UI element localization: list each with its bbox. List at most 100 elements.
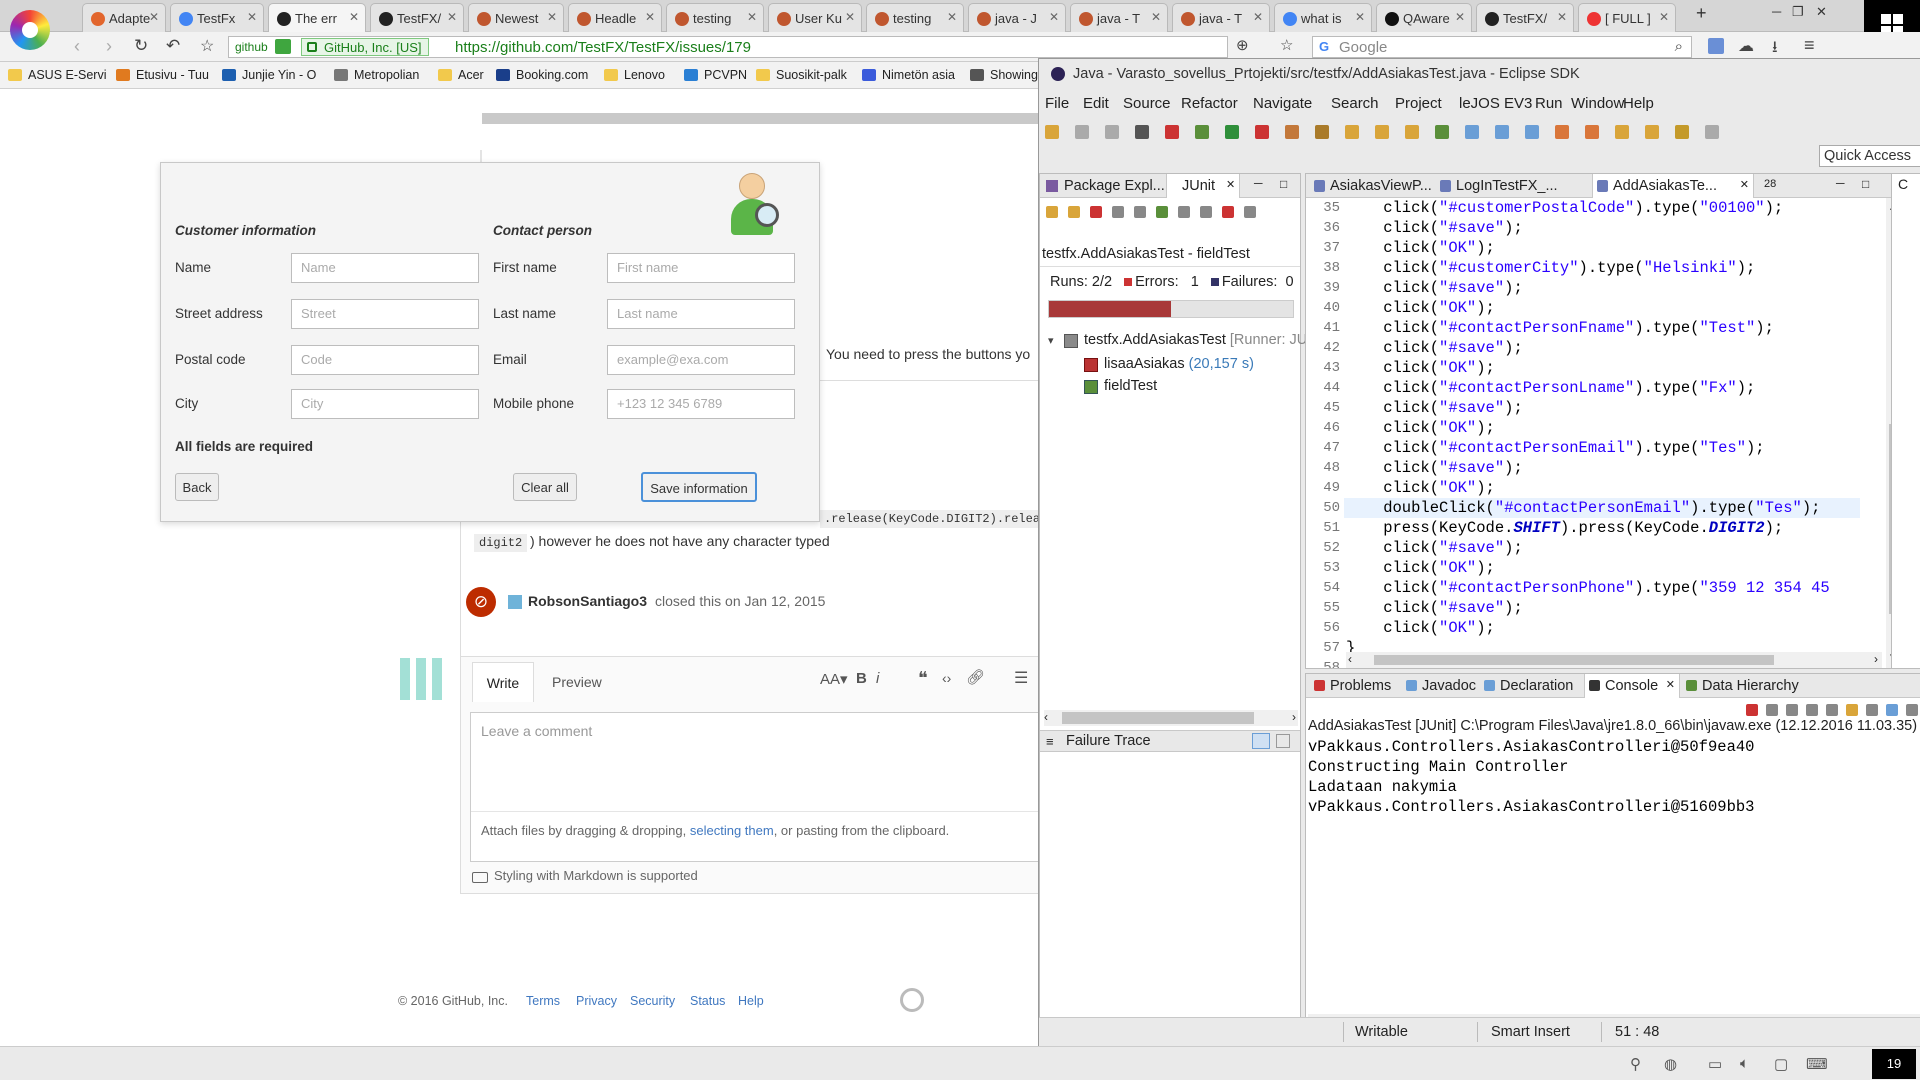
bottom-tab[interactable]: Data Hierarchy [1682, 674, 1799, 698]
eclipse-menu-item[interactable]: Navigate [1253, 95, 1312, 112]
clear-all-button[interactable]: Clear all [513, 473, 577, 501]
console-tool-icon[interactable] [1826, 704, 1838, 716]
browser-tab[interactable]: TestFX/ ✕ [1476, 3, 1574, 32]
toolbar-tool-icon[interactable] [1315, 125, 1329, 139]
bookmark-item[interactable]: Acer [438, 68, 484, 82]
bookmark-item[interactable]: Suosikit-palk [756, 68, 847, 82]
bold-icon[interactable]: B [856, 670, 867, 687]
code-line[interactable]: click("OK"); [1346, 478, 1495, 498]
code-line[interactable]: click("#save"); [1346, 338, 1523, 358]
browser-tab[interactable]: User Ku ✕ [768, 3, 862, 32]
console-tool-icon[interactable] [1906, 704, 1918, 716]
tab-close-icon[interactable]: ✕ [1355, 10, 1365, 24]
tab-close-icon[interactable]: ✕ [349, 10, 359, 24]
tab-close-icon[interactable]: ✕ [845, 10, 855, 24]
form-input[interactable]: First name [607, 253, 795, 283]
footer-link[interactable]: Terms [526, 994, 560, 1008]
keyboard-icon[interactable]: ⌨ [1806, 1055, 1828, 1073]
toolbar-tool-icon[interactable] [1675, 125, 1689, 139]
code-line[interactable]: click("#customerCity").type("Helsinki"); [1346, 258, 1755, 278]
tab-close-icon[interactable]: ✕ [1666, 678, 1675, 691]
code-icon[interactable]: ‹› [942, 670, 951, 686]
markdown-note[interactable]: Styling with Markdown is supported [494, 868, 698, 883]
console-tool-icon[interactable] [1766, 704, 1778, 716]
tab-close-icon[interactable]: ✕ [1253, 10, 1263, 24]
people-icon[interactable]: ⚲ [1630, 1055, 1641, 1073]
toolbar-tool-icon[interactable] [1525, 125, 1539, 139]
junit-tool-icon[interactable] [1046, 206, 1058, 218]
browser-tab[interactable]: [ FULL ] ✕ [1578, 3, 1676, 32]
bottom-tab[interactable]: Console ✕ [1584, 674, 1680, 698]
footer-link[interactable]: Privacy [576, 994, 617, 1008]
toolbar-tool-icon[interactable] [1495, 125, 1509, 139]
code-line[interactable]: click("#save"); [1346, 278, 1523, 298]
tab-close-icon[interactable]: ✕ [947, 10, 957, 24]
browser-tab[interactable]: Newest ✕ [468, 3, 564, 32]
star-icon[interactable]: ☆ [1280, 36, 1293, 54]
toolbar-tool-icon[interactable] [1555, 125, 1569, 139]
editor-hscroll[interactable]: ‹ › [1346, 652, 1882, 668]
eclipse-menu-item[interactable]: Source [1123, 95, 1171, 112]
attach-link[interactable]: selecting them [690, 823, 774, 838]
code-line[interactable]: click("#contactPersonEmail").type("Tes")… [1346, 438, 1764, 458]
code-line[interactable]: press(KeyCode.SHIFT).press(KeyCode.DIGIT… [1346, 518, 1783, 538]
bookmark-item[interactable]: Showing [970, 68, 1038, 82]
toolbar-tool-icon[interactable] [1375, 125, 1389, 139]
editor-tab[interactable]: LogInTestFX_... [1436, 174, 1588, 198]
filter-trace-icon[interactable] [1252, 733, 1270, 749]
toolbar-tool-icon[interactable] [1135, 125, 1149, 139]
editor-tab[interactable]: AddAsiakasTe... ✕ [1592, 174, 1754, 198]
browser-tab[interactable]: TestFX/ ✕ [370, 3, 464, 32]
console-tool-icon[interactable] [1846, 704, 1858, 716]
tab-close-icon[interactable]: ✕ [1740, 178, 1749, 191]
toolbar-tool-icon[interactable] [1615, 125, 1629, 139]
console-tool-icon[interactable] [1786, 704, 1798, 716]
editor-tab[interactable]: AsiakasViewP... [1310, 174, 1432, 198]
code-scrollbar[interactable] [482, 113, 1042, 124]
eclipse-menu-item[interactable]: Edit [1083, 95, 1109, 112]
footer-link[interactable]: Status [690, 994, 725, 1008]
tab-close-icon[interactable]: ✕ [247, 10, 257, 24]
browser-tab[interactable]: Adapte ✕ [82, 3, 166, 32]
browser-tab[interactable]: what is ✕ [1274, 3, 1372, 32]
code-line[interactable]: click("#contactPersonPhone").type("359 1… [1346, 578, 1830, 598]
junit-tool-icon[interactable] [1156, 206, 1168, 218]
code-line[interactable]: click("#save"); [1346, 218, 1523, 238]
toolbar-tool-icon[interactable] [1285, 125, 1299, 139]
tab-preview[interactable]: Preview [552, 674, 602, 690]
code-line[interactable]: click("OK"); [1346, 298, 1495, 318]
bottom-tab[interactable]: Declaration [1480, 674, 1582, 698]
toolbar-tool-icon[interactable] [1225, 125, 1239, 139]
code-line[interactable]: click("#customerPostalCode").type("00100… [1346, 198, 1783, 218]
form-input[interactable]: Code [291, 345, 479, 375]
comment-textarea[interactable]: Leave a comment Attach files by dragging… [470, 712, 1061, 862]
console-tool-icon[interactable] [1866, 704, 1878, 716]
back-button[interactable]: Back [175, 473, 219, 501]
browser-tab[interactable]: QAware ✕ [1376, 3, 1472, 32]
eclipse-menu-item[interactable]: Help [1623, 95, 1654, 112]
new-tab-button[interactable]: + [1696, 3, 1707, 24]
code-line[interactable]: click("OK"); [1346, 618, 1495, 638]
browser-tab[interactable]: java - J ✕ [968, 3, 1066, 32]
menu-icon[interactable]: ≡ [1804, 35, 1815, 56]
italic-icon[interactable]: i [876, 670, 879, 687]
quick-access-field[interactable]: Quick Access [1819, 145, 1920, 167]
bookmark-item[interactable]: Metropolian [334, 68, 419, 82]
forward-arrow-icon[interactable]: › [106, 36, 112, 57]
toolbar-tool-icon[interactable] [1165, 125, 1179, 139]
form-input[interactable]: +123 12 345 6789 [607, 389, 795, 419]
test-fieldtest[interactable]: fieldTest [1104, 378, 1157, 394]
code-line[interactable]: click("OK"); [1346, 238, 1495, 258]
bookmark-item[interactable]: PCVPN [684, 68, 747, 82]
code-line[interactable]: doubleClick("#contactPersonEmail").type(… [1346, 498, 1820, 518]
network-icon[interactable]: ◍ [1664, 1055, 1677, 1073]
browser-tab[interactable]: Headle ✕ [568, 3, 662, 32]
close-window-button[interactable]: ✕ [1816, 4, 1827, 20]
toolbar-tool-icon[interactable] [1405, 125, 1419, 139]
browser-tab[interactable]: testing ✕ [866, 3, 964, 32]
code-line[interactable]: click("#save"); [1346, 598, 1523, 618]
form-input[interactable]: Name [291, 253, 479, 283]
footer-link[interactable]: Security [630, 994, 675, 1008]
junit-tool-icon[interactable] [1178, 206, 1190, 218]
notification-icon[interactable]: 19 [1872, 1049, 1916, 1079]
